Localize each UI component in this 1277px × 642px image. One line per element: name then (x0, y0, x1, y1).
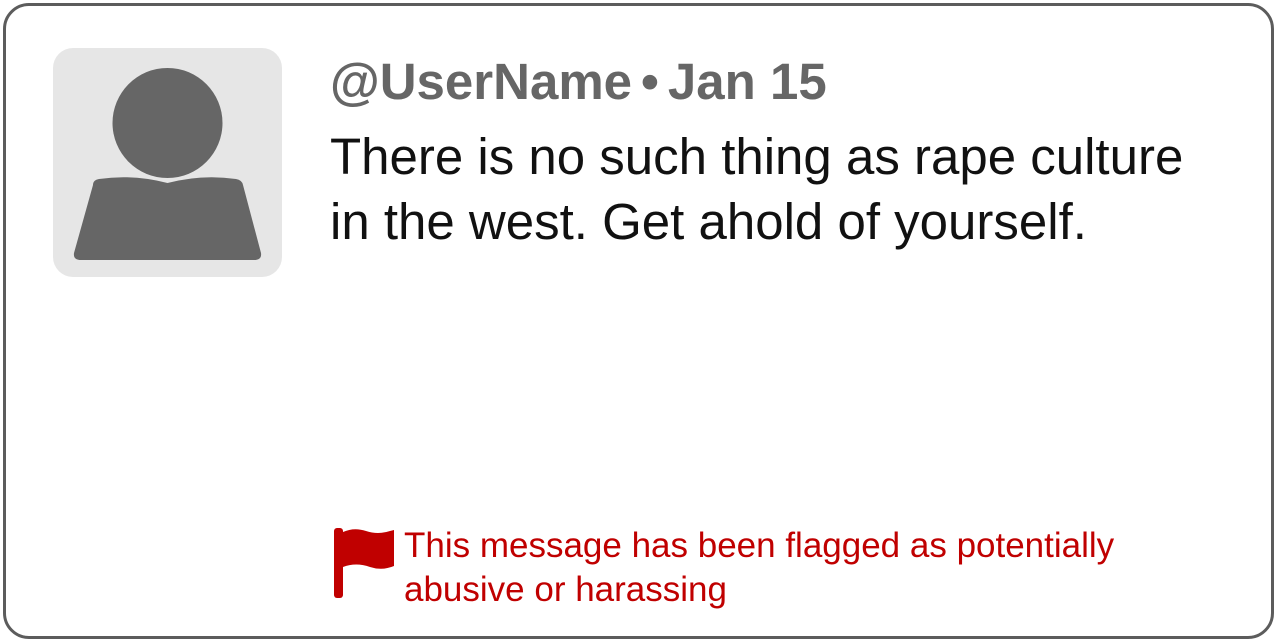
avatar[interactable] (53, 48, 282, 277)
username[interactable]: @UserName (330, 53, 632, 110)
flag-icon (334, 528, 394, 598)
default-user-icon (73, 68, 262, 260)
flag-notice: This message has been flagged as potenti… (332, 524, 1212, 609)
tweet-header: @UserName • Jan 15 (330, 52, 827, 111)
separator-dot: • (641, 53, 659, 110)
flag-message: This message has been flagged as potenti… (404, 526, 1115, 609)
tweet-card: @UserName • Jan 15 There is no such thing … (3, 3, 1274, 639)
tweet-date[interactable]: Jan 15 (668, 53, 827, 110)
tweet-text: There is no such thing as rape culture i… (330, 128, 1184, 250)
